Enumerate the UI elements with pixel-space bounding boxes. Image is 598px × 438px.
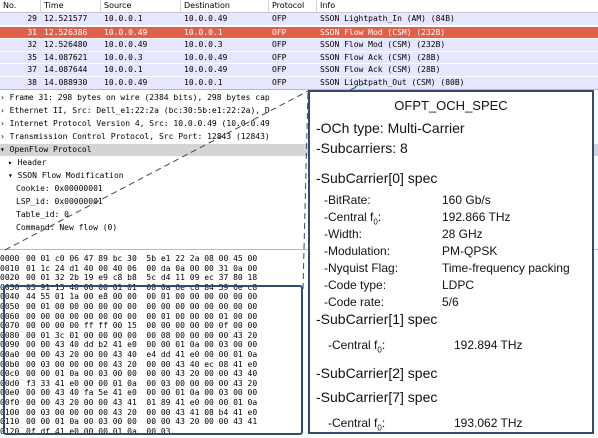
subcarrier-2-header: -SubCarrier[2] spec bbox=[316, 365, 438, 381]
subcarrier-1-freq-label: -Central f0: bbox=[328, 338, 386, 355]
subcarrier-0-field-value: 160 Gb/s bbox=[442, 193, 491, 207]
subcarrier-0-field-value: PM-QPSK bbox=[442, 244, 498, 258]
hex-selection-box bbox=[3, 285, 303, 435]
subcarrier-7-freq-value: 193.062 THz bbox=[454, 416, 523, 430]
subcarrier-0-field-value: 28 GHz bbox=[442, 227, 483, 241]
subcarrier-7-freq-label: -Central f0: bbox=[328, 416, 386, 433]
subcarrier-0-field-label: -Code rate: bbox=[324, 295, 385, 309]
spec-title: OFPT_OCH_SPEC bbox=[394, 98, 508, 113]
subcarrier-0-header: -SubCarrier[0] spec bbox=[316, 170, 438, 186]
subcarrier-0-field-value: 192.866 THz bbox=[442, 210, 511, 224]
subcarrier-0-field-value: Time-frequency packing bbox=[442, 261, 570, 275]
subcarrier-0-field-value: LDPC bbox=[442, 278, 475, 292]
subcarrier-0-field-label: -Nyquist Flag: bbox=[324, 261, 399, 275]
subcarrier-7-header: -SubCarrier[7] spec bbox=[316, 389, 438, 405]
subcarrier-1-header: -SubCarrier[1] spec bbox=[316, 311, 438, 327]
subcarrier-0-field-value: 5/6 bbox=[442, 295, 459, 309]
subcarrier-0-field-label: -Code type: bbox=[324, 278, 387, 292]
subcarrier-0-field-label: -Modulation: bbox=[324, 244, 391, 258]
och-type-line: -OCh type: Multi-Carrier bbox=[316, 120, 465, 136]
subcarrier-1-freq-value: 192.894 THz bbox=[454, 338, 523, 352]
subcarrier-0-field-label: -BitRate: bbox=[324, 193, 371, 207]
subcarrier-0-field-label: -Width: bbox=[324, 227, 363, 241]
subcarriers-line: -Subcarriers: 8 bbox=[316, 140, 408, 156]
och-spec-annotation: OFPT_OCH_SPEC -OCh type: Multi-Carrier -… bbox=[308, 90, 594, 434]
